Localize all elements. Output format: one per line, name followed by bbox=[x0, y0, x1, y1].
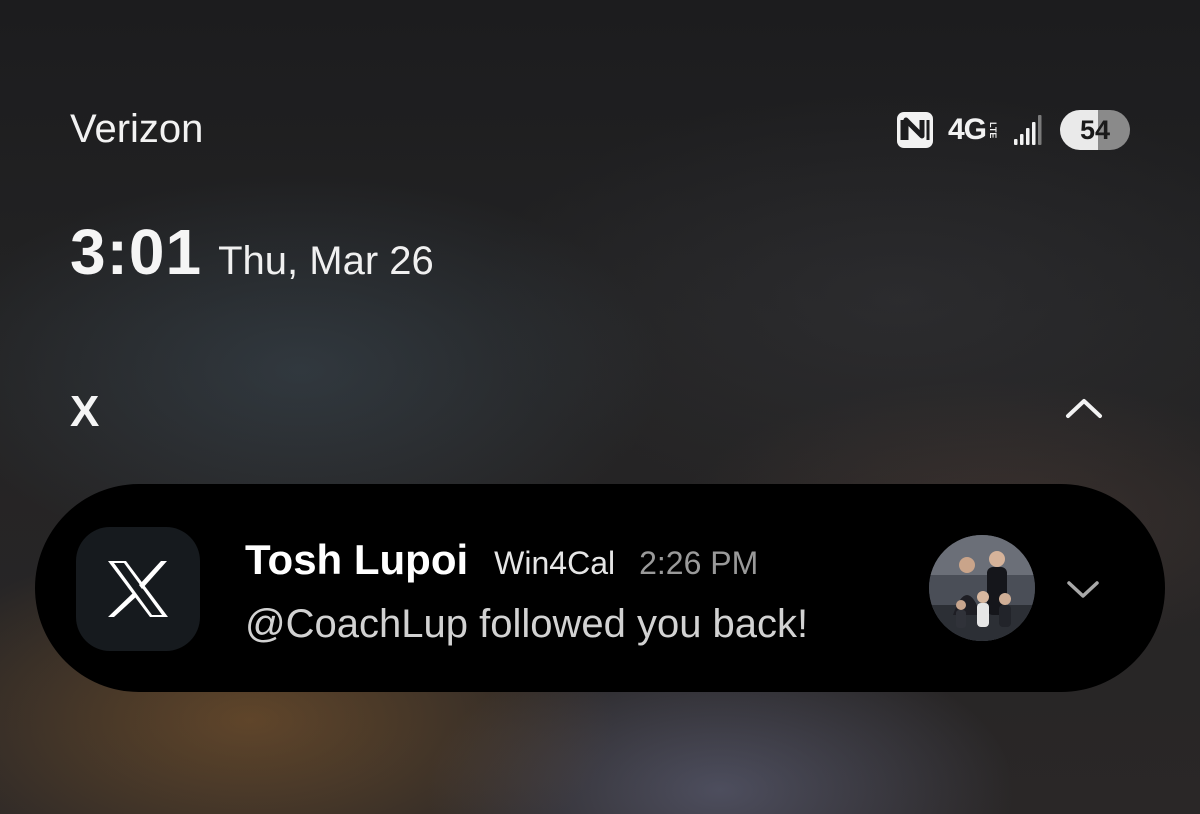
notification-sender: Tosh Lupoi bbox=[245, 536, 469, 583]
clock-date: Thu, Mar 26 bbox=[218, 239, 434, 283]
chevron-up-icon[interactable] bbox=[1064, 392, 1104, 424]
notification-card[interactable]: Tosh Lupoi Win4Cal 2:26 PM @CoachLup fol… bbox=[35, 484, 1165, 692]
carrier-name: Verizon bbox=[70, 107, 204, 151]
lockscreen-clock: 3:01 Thu, Mar 26 bbox=[70, 212, 434, 292]
notification-message: @CoachLup followed you back! bbox=[245, 602, 809, 646]
notification-account: Win4Cal bbox=[494, 545, 616, 581]
status-icons: 4G LTE 54 bbox=[896, 108, 1130, 152]
signal-strength-icon bbox=[1012, 113, 1046, 147]
nfc-icon bbox=[896, 111, 934, 149]
battery-indicator: 54 bbox=[1060, 110, 1130, 150]
network-subtype-label: LTE bbox=[988, 121, 998, 139]
notification-group-title: X bbox=[70, 387, 100, 436]
chevron-down-icon[interactable] bbox=[1065, 576, 1101, 602]
avatar bbox=[929, 535, 1035, 641]
x-logo-icon bbox=[76, 527, 200, 651]
notification-header: Tosh Lupoi Win4Cal 2:26 PM bbox=[245, 536, 758, 584]
clock-time: 3:01 bbox=[70, 216, 203, 288]
network-type-label: 4G bbox=[947, 113, 987, 146]
notification-time: 2:26 PM bbox=[639, 545, 759, 581]
network-type-indicator: 4G LTE bbox=[948, 115, 998, 145]
